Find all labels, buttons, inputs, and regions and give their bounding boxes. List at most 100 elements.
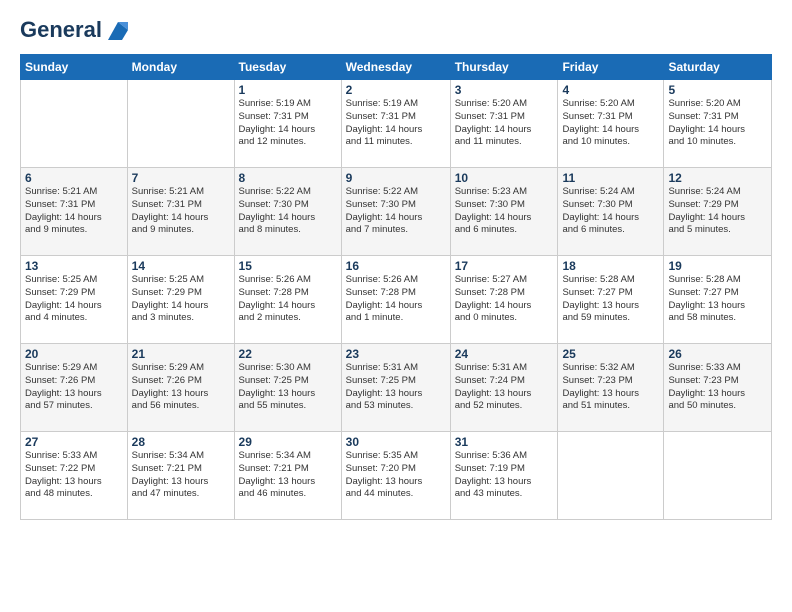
day-number: 17: [455, 259, 554, 273]
day-number: 19: [668, 259, 767, 273]
calendar-week-row: 20Sunrise: 5:29 AM Sunset: 7:26 PM Dayli…: [21, 344, 772, 432]
day-number: 26: [668, 347, 767, 361]
calendar-day-header: Sunday: [21, 55, 128, 80]
calendar-day-header: Friday: [558, 55, 664, 80]
calendar-day-cell: 27Sunrise: 5:33 AM Sunset: 7:22 PM Dayli…: [21, 432, 128, 520]
day-info: Sunrise: 5:31 AM Sunset: 7:24 PM Dayligh…: [455, 362, 554, 413]
calendar-day-cell: 28Sunrise: 5:34 AM Sunset: 7:21 PM Dayli…: [127, 432, 234, 520]
day-number: 13: [25, 259, 123, 273]
calendar-day-cell: 21Sunrise: 5:29 AM Sunset: 7:26 PM Dayli…: [127, 344, 234, 432]
calendar-day-cell: 24Sunrise: 5:31 AM Sunset: 7:24 PM Dayli…: [450, 344, 558, 432]
day-info: Sunrise: 5:19 AM Sunset: 7:31 PM Dayligh…: [239, 98, 337, 149]
day-number: 6: [25, 171, 123, 185]
day-info: Sunrise: 5:21 AM Sunset: 7:31 PM Dayligh…: [132, 186, 230, 237]
calendar-day-cell: 18Sunrise: 5:28 AM Sunset: 7:27 PM Dayli…: [558, 256, 664, 344]
calendar-day-cell: 12Sunrise: 5:24 AM Sunset: 7:29 PM Dayli…: [664, 168, 772, 256]
day-info: Sunrise: 5:22 AM Sunset: 7:30 PM Dayligh…: [239, 186, 337, 237]
calendar-day-cell: 30Sunrise: 5:35 AM Sunset: 7:20 PM Dayli…: [341, 432, 450, 520]
day-number: 15: [239, 259, 337, 273]
calendar-day-cell: [21, 80, 128, 168]
day-info: Sunrise: 5:19 AM Sunset: 7:31 PM Dayligh…: [346, 98, 446, 149]
day-number: 16: [346, 259, 446, 273]
calendar-week-row: 1Sunrise: 5:19 AM Sunset: 7:31 PM Daylig…: [21, 80, 772, 168]
day-number: 2: [346, 83, 446, 97]
calendar-week-row: 27Sunrise: 5:33 AM Sunset: 7:22 PM Dayli…: [21, 432, 772, 520]
calendar-day-cell: 26Sunrise: 5:33 AM Sunset: 7:23 PM Dayli…: [664, 344, 772, 432]
day-number: 21: [132, 347, 230, 361]
day-number: 28: [132, 435, 230, 449]
day-info: Sunrise: 5:31 AM Sunset: 7:25 PM Dayligh…: [346, 362, 446, 413]
day-number: 18: [562, 259, 659, 273]
day-number: 4: [562, 83, 659, 97]
calendar-day-cell: 3Sunrise: 5:20 AM Sunset: 7:31 PM Daylig…: [450, 80, 558, 168]
calendar-day-cell: 13Sunrise: 5:25 AM Sunset: 7:29 PM Dayli…: [21, 256, 128, 344]
calendar-day-cell: 2Sunrise: 5:19 AM Sunset: 7:31 PM Daylig…: [341, 80, 450, 168]
day-number: 14: [132, 259, 230, 273]
calendar-day-header: Tuesday: [234, 55, 341, 80]
header: General: [20, 16, 772, 44]
day-number: 25: [562, 347, 659, 361]
calendar-day-header: Thursday: [450, 55, 558, 80]
day-info: Sunrise: 5:20 AM Sunset: 7:31 PM Dayligh…: [668, 98, 767, 149]
day-number: 24: [455, 347, 554, 361]
day-info: Sunrise: 5:25 AM Sunset: 7:29 PM Dayligh…: [25, 274, 123, 325]
calendar-day-cell: 7Sunrise: 5:21 AM Sunset: 7:31 PM Daylig…: [127, 168, 234, 256]
calendar-day-cell: [127, 80, 234, 168]
day-info: Sunrise: 5:24 AM Sunset: 7:30 PM Dayligh…: [562, 186, 659, 237]
day-info: Sunrise: 5:22 AM Sunset: 7:30 PM Dayligh…: [346, 186, 446, 237]
calendar-day-cell: 16Sunrise: 5:26 AM Sunset: 7:28 PM Dayli…: [341, 256, 450, 344]
calendar-day-cell: 10Sunrise: 5:23 AM Sunset: 7:30 PM Dayli…: [450, 168, 558, 256]
calendar-day-cell: 22Sunrise: 5:30 AM Sunset: 7:25 PM Dayli…: [234, 344, 341, 432]
day-number: 3: [455, 83, 554, 97]
day-info: Sunrise: 5:27 AM Sunset: 7:28 PM Dayligh…: [455, 274, 554, 325]
day-info: Sunrise: 5:24 AM Sunset: 7:29 PM Dayligh…: [668, 186, 767, 237]
day-number: 11: [562, 171, 659, 185]
day-info: Sunrise: 5:23 AM Sunset: 7:30 PM Dayligh…: [455, 186, 554, 237]
day-info: Sunrise: 5:33 AM Sunset: 7:22 PM Dayligh…: [25, 450, 123, 501]
calendar-week-row: 6Sunrise: 5:21 AM Sunset: 7:31 PM Daylig…: [21, 168, 772, 256]
day-info: Sunrise: 5:34 AM Sunset: 7:21 PM Dayligh…: [239, 450, 337, 501]
day-info: Sunrise: 5:26 AM Sunset: 7:28 PM Dayligh…: [239, 274, 337, 325]
calendar-day-cell: 6Sunrise: 5:21 AM Sunset: 7:31 PM Daylig…: [21, 168, 128, 256]
calendar-day-cell: 19Sunrise: 5:28 AM Sunset: 7:27 PM Dayli…: [664, 256, 772, 344]
calendar-day-cell: 5Sunrise: 5:20 AM Sunset: 7:31 PM Daylig…: [664, 80, 772, 168]
calendar-day-cell: 23Sunrise: 5:31 AM Sunset: 7:25 PM Dayli…: [341, 344, 450, 432]
calendar-day-cell: 9Sunrise: 5:22 AM Sunset: 7:30 PM Daylig…: [341, 168, 450, 256]
day-info: Sunrise: 5:34 AM Sunset: 7:21 PM Dayligh…: [132, 450, 230, 501]
day-info: Sunrise: 5:25 AM Sunset: 7:29 PM Dayligh…: [132, 274, 230, 325]
calendar-day-cell: [664, 432, 772, 520]
day-number: 1: [239, 83, 337, 97]
day-info: Sunrise: 5:36 AM Sunset: 7:19 PM Dayligh…: [455, 450, 554, 501]
day-number: 10: [455, 171, 554, 185]
calendar-week-row: 13Sunrise: 5:25 AM Sunset: 7:29 PM Dayli…: [21, 256, 772, 344]
calendar-day-cell: 15Sunrise: 5:26 AM Sunset: 7:28 PM Dayli…: [234, 256, 341, 344]
calendar-header-row: SundayMondayTuesdayWednesdayThursdayFrid…: [21, 55, 772, 80]
day-info: Sunrise: 5:30 AM Sunset: 7:25 PM Dayligh…: [239, 362, 337, 413]
calendar-day-cell: 25Sunrise: 5:32 AM Sunset: 7:23 PM Dayli…: [558, 344, 664, 432]
day-info: Sunrise: 5:21 AM Sunset: 7:31 PM Dayligh…: [25, 186, 123, 237]
day-number: 20: [25, 347, 123, 361]
calendar-day-header: Saturday: [664, 55, 772, 80]
day-number: 12: [668, 171, 767, 185]
day-info: Sunrise: 5:20 AM Sunset: 7:31 PM Dayligh…: [455, 98, 554, 149]
day-number: 7: [132, 171, 230, 185]
calendar-day-header: Wednesday: [341, 55, 450, 80]
day-info: Sunrise: 5:28 AM Sunset: 7:27 PM Dayligh…: [668, 274, 767, 325]
day-info: Sunrise: 5:29 AM Sunset: 7:26 PM Dayligh…: [25, 362, 123, 413]
logo-icon: [104, 16, 132, 44]
calendar-day-header: Monday: [127, 55, 234, 80]
day-info: Sunrise: 5:33 AM Sunset: 7:23 PM Dayligh…: [668, 362, 767, 413]
day-info: Sunrise: 5:28 AM Sunset: 7:27 PM Dayligh…: [562, 274, 659, 325]
calendar-day-cell: 8Sunrise: 5:22 AM Sunset: 7:30 PM Daylig…: [234, 168, 341, 256]
day-number: 22: [239, 347, 337, 361]
day-info: Sunrise: 5:29 AM Sunset: 7:26 PM Dayligh…: [132, 362, 230, 413]
day-info: Sunrise: 5:26 AM Sunset: 7:28 PM Dayligh…: [346, 274, 446, 325]
day-number: 5: [668, 83, 767, 97]
calendar-day-cell: 29Sunrise: 5:34 AM Sunset: 7:21 PM Dayli…: [234, 432, 341, 520]
logo-text: General: [20, 19, 102, 41]
calendar-day-cell: 31Sunrise: 5:36 AM Sunset: 7:19 PM Dayli…: [450, 432, 558, 520]
day-number: 31: [455, 435, 554, 449]
calendar-day-cell: [558, 432, 664, 520]
day-number: 8: [239, 171, 337, 185]
calendar-day-cell: 17Sunrise: 5:27 AM Sunset: 7:28 PM Dayli…: [450, 256, 558, 344]
